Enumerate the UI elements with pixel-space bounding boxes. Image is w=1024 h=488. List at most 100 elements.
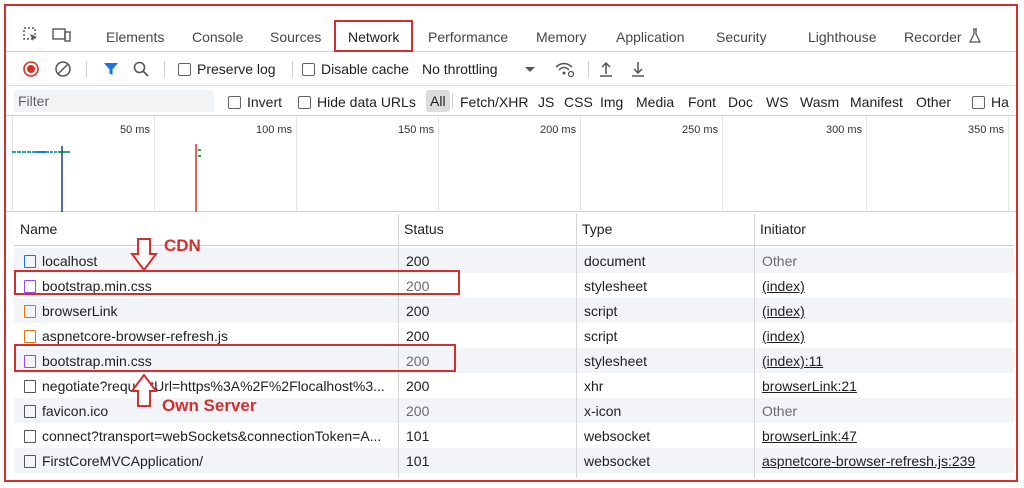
filter-type-media[interactable]: Media [636, 93, 674, 111]
request-type: x-icon [584, 403, 622, 419]
checkbox-box[interactable] [178, 63, 191, 76]
tab-lighthouse[interactable]: Lighthouse [808, 26, 877, 48]
throttling-select[interactable]: No throttling [422, 60, 497, 78]
tab-recorder[interactable]: Recorder [904, 26, 962, 48]
device-toolbar-icon[interactable] [52, 26, 71, 44]
devtools-tab-bar: Elements Console Sources Network Perform… [6, 16, 1016, 52]
request-name: aspnetcore-browser-refresh.js [42, 328, 228, 344]
timeline-gridline [1008, 116, 1009, 212]
request-initiator: Other [762, 403, 798, 419]
column-header-status[interactable]: Status [404, 221, 444, 237]
request-initiator-link[interactable]: browserLink:47 [762, 426, 1012, 446]
request-status: 200 [406, 303, 430, 319]
request-name-cell[interactable]: negotiate?requestUrl=https%3A%2F%2Flocal… [24, 376, 398, 396]
highlight-box-own-server [14, 344, 456, 372]
timeline-gridline [866, 116, 867, 212]
tab-application[interactable]: Application [616, 26, 685, 48]
filter-type-ws[interactable]: WS [766, 93, 789, 111]
network-conditions-icon[interactable] [554, 60, 576, 78]
filter-type-fetch-xhr[interactable]: Fetch/XHR [460, 93, 528, 111]
request-initiator-link[interactable]: aspnetcore-browser-refresh.js:239 [762, 451, 1012, 471]
timeline-tick-label: 250 ms [682, 124, 719, 136]
hide-data-urls-label: Hide data URLs [317, 94, 416, 110]
request-name: negotiate?requestUrl=https%3A%2F%2Flocal… [42, 378, 385, 394]
caret-down-icon[interactable] [524, 60, 536, 78]
checkbox-box[interactable] [298, 96, 311, 109]
invert-checkbox[interactable]: Invert [228, 93, 282, 111]
checkbox-box[interactable] [302, 63, 315, 76]
column-header-name[interactable]: Name [20, 221, 57, 237]
request-type: script [584, 328, 618, 344]
tab-console[interactable]: Console [192, 26, 243, 48]
filter-type-img[interactable]: Img [600, 93, 623, 111]
request-name-cell[interactable]: localhost [24, 251, 398, 271]
request-name-cell[interactable]: FirstCoreMVCApplication/ [24, 451, 398, 471]
hide-data-urls-checkbox[interactable]: Hide data URLs [298, 93, 416, 111]
tab-elements[interactable]: Elements [106, 26, 164, 48]
export-har-icon[interactable] [630, 60, 646, 78]
filter-input[interactable]: Filter [14, 90, 214, 112]
arrow-down-icon [130, 238, 158, 272]
column-header-initiator[interactable]: Initiator [760, 221, 806, 237]
column-divider [754, 214, 755, 478]
filter-type-wasm[interactable]: Wasm [800, 93, 839, 111]
request-type: document [584, 253, 646, 269]
tab-performance[interactable]: Performance [428, 26, 508, 48]
request-name: connect?transport=webSockets&connectionT… [42, 428, 382, 444]
filter-type-js[interactable]: JS [538, 93, 554, 111]
request-initiator-link[interactable]: (index):11 [762, 351, 1012, 371]
search-icon[interactable] [132, 60, 150, 78]
table-row[interactable]: negotiate?requestUrl=https%3A%2F%2Flocal… [14, 373, 1014, 398]
toolbar-divider [164, 61, 165, 77]
flask-icon [968, 28, 986, 46]
request-initiator: Other [762, 253, 798, 269]
filter-icon[interactable] [102, 60, 120, 78]
request-name: browserLink [42, 303, 118, 319]
tab-memory[interactable]: Memory [536, 26, 587, 48]
request-initiator-link[interactable]: (index) [762, 301, 1012, 321]
inspect-element-icon[interactable] [22, 26, 40, 44]
network-toolbar: Preserve log Disable cache No throttling [6, 52, 1016, 86]
tab-network[interactable]: Network [334, 20, 414, 52]
request-name-cell[interactable]: browserLink [24, 301, 398, 321]
filter-divider [452, 93, 453, 109]
record-icon[interactable] [22, 60, 40, 78]
filter-bar: Filter Invert Hide data URLs All Fetch/X… [6, 86, 1016, 116]
table-row[interactable]: FirstCoreMVCApplication/101 websocket aspn… [14, 448, 1014, 473]
request-status: 200 [406, 403, 430, 419]
timeline-gridline [296, 116, 297, 212]
filter-type-all[interactable]: All [426, 90, 450, 112]
table-row[interactable]: browserLink 200 script (index) [14, 298, 1014, 323]
import-har-icon[interactable] [598, 60, 614, 78]
request-initiator-link[interactable]: (index) [762, 276, 1012, 296]
request-name: localhost [42, 253, 98, 269]
filter-type-manifest[interactable]: Manifest [850, 93, 903, 111]
tab-sources[interactable]: Sources [270, 26, 321, 48]
checkbox-box[interactable] [972, 96, 985, 109]
filter-type-doc[interactable]: Doc [728, 93, 753, 111]
filter-type-font[interactable]: Font [688, 93, 716, 111]
request-initiator-link[interactable]: browserLink:21 [762, 376, 1012, 396]
column-header-type[interactable]: Type [582, 221, 612, 237]
checkbox-box[interactable] [228, 96, 241, 109]
timeline-overview[interactable]: 50 ms 100 ms 150 ms 200 ms 250 ms 300 ms… [6, 116, 1016, 212]
toolbar-divider [292, 61, 293, 77]
timeline-tick-label: 300 ms [826, 124, 863, 136]
clear-icon[interactable] [54, 60, 72, 78]
toolbar-divider [86, 61, 87, 77]
has-blocked-cookies-checkbox[interactable]: Ha [972, 93, 1009, 111]
throttling-value: No throttling [422, 61, 498, 77]
resource-icon [24, 430, 36, 443]
table-row[interactable]: connect?transport=webSockets&connectionT… [14, 423, 1014, 448]
request-initiator-link[interactable]: (index) [762, 326, 1012, 346]
script-icon [24, 330, 36, 343]
request-status: 101 [406, 428, 430, 444]
request-type: websocket [584, 428, 651, 444]
request-name-cell[interactable]: connect?transport=webSockets&connectionT… [24, 426, 398, 446]
tab-security[interactable]: Security [716, 26, 767, 48]
preserve-log-checkbox[interactable]: Preserve log [178, 60, 276, 78]
filter-type-css[interactable]: CSS [564, 93, 593, 111]
request-name-cell[interactable]: aspnetcore-browser-refresh.js [24, 326, 398, 346]
filter-type-other[interactable]: Other [916, 93, 951, 111]
disable-cache-checkbox[interactable]: Disable cache [302, 60, 409, 78]
